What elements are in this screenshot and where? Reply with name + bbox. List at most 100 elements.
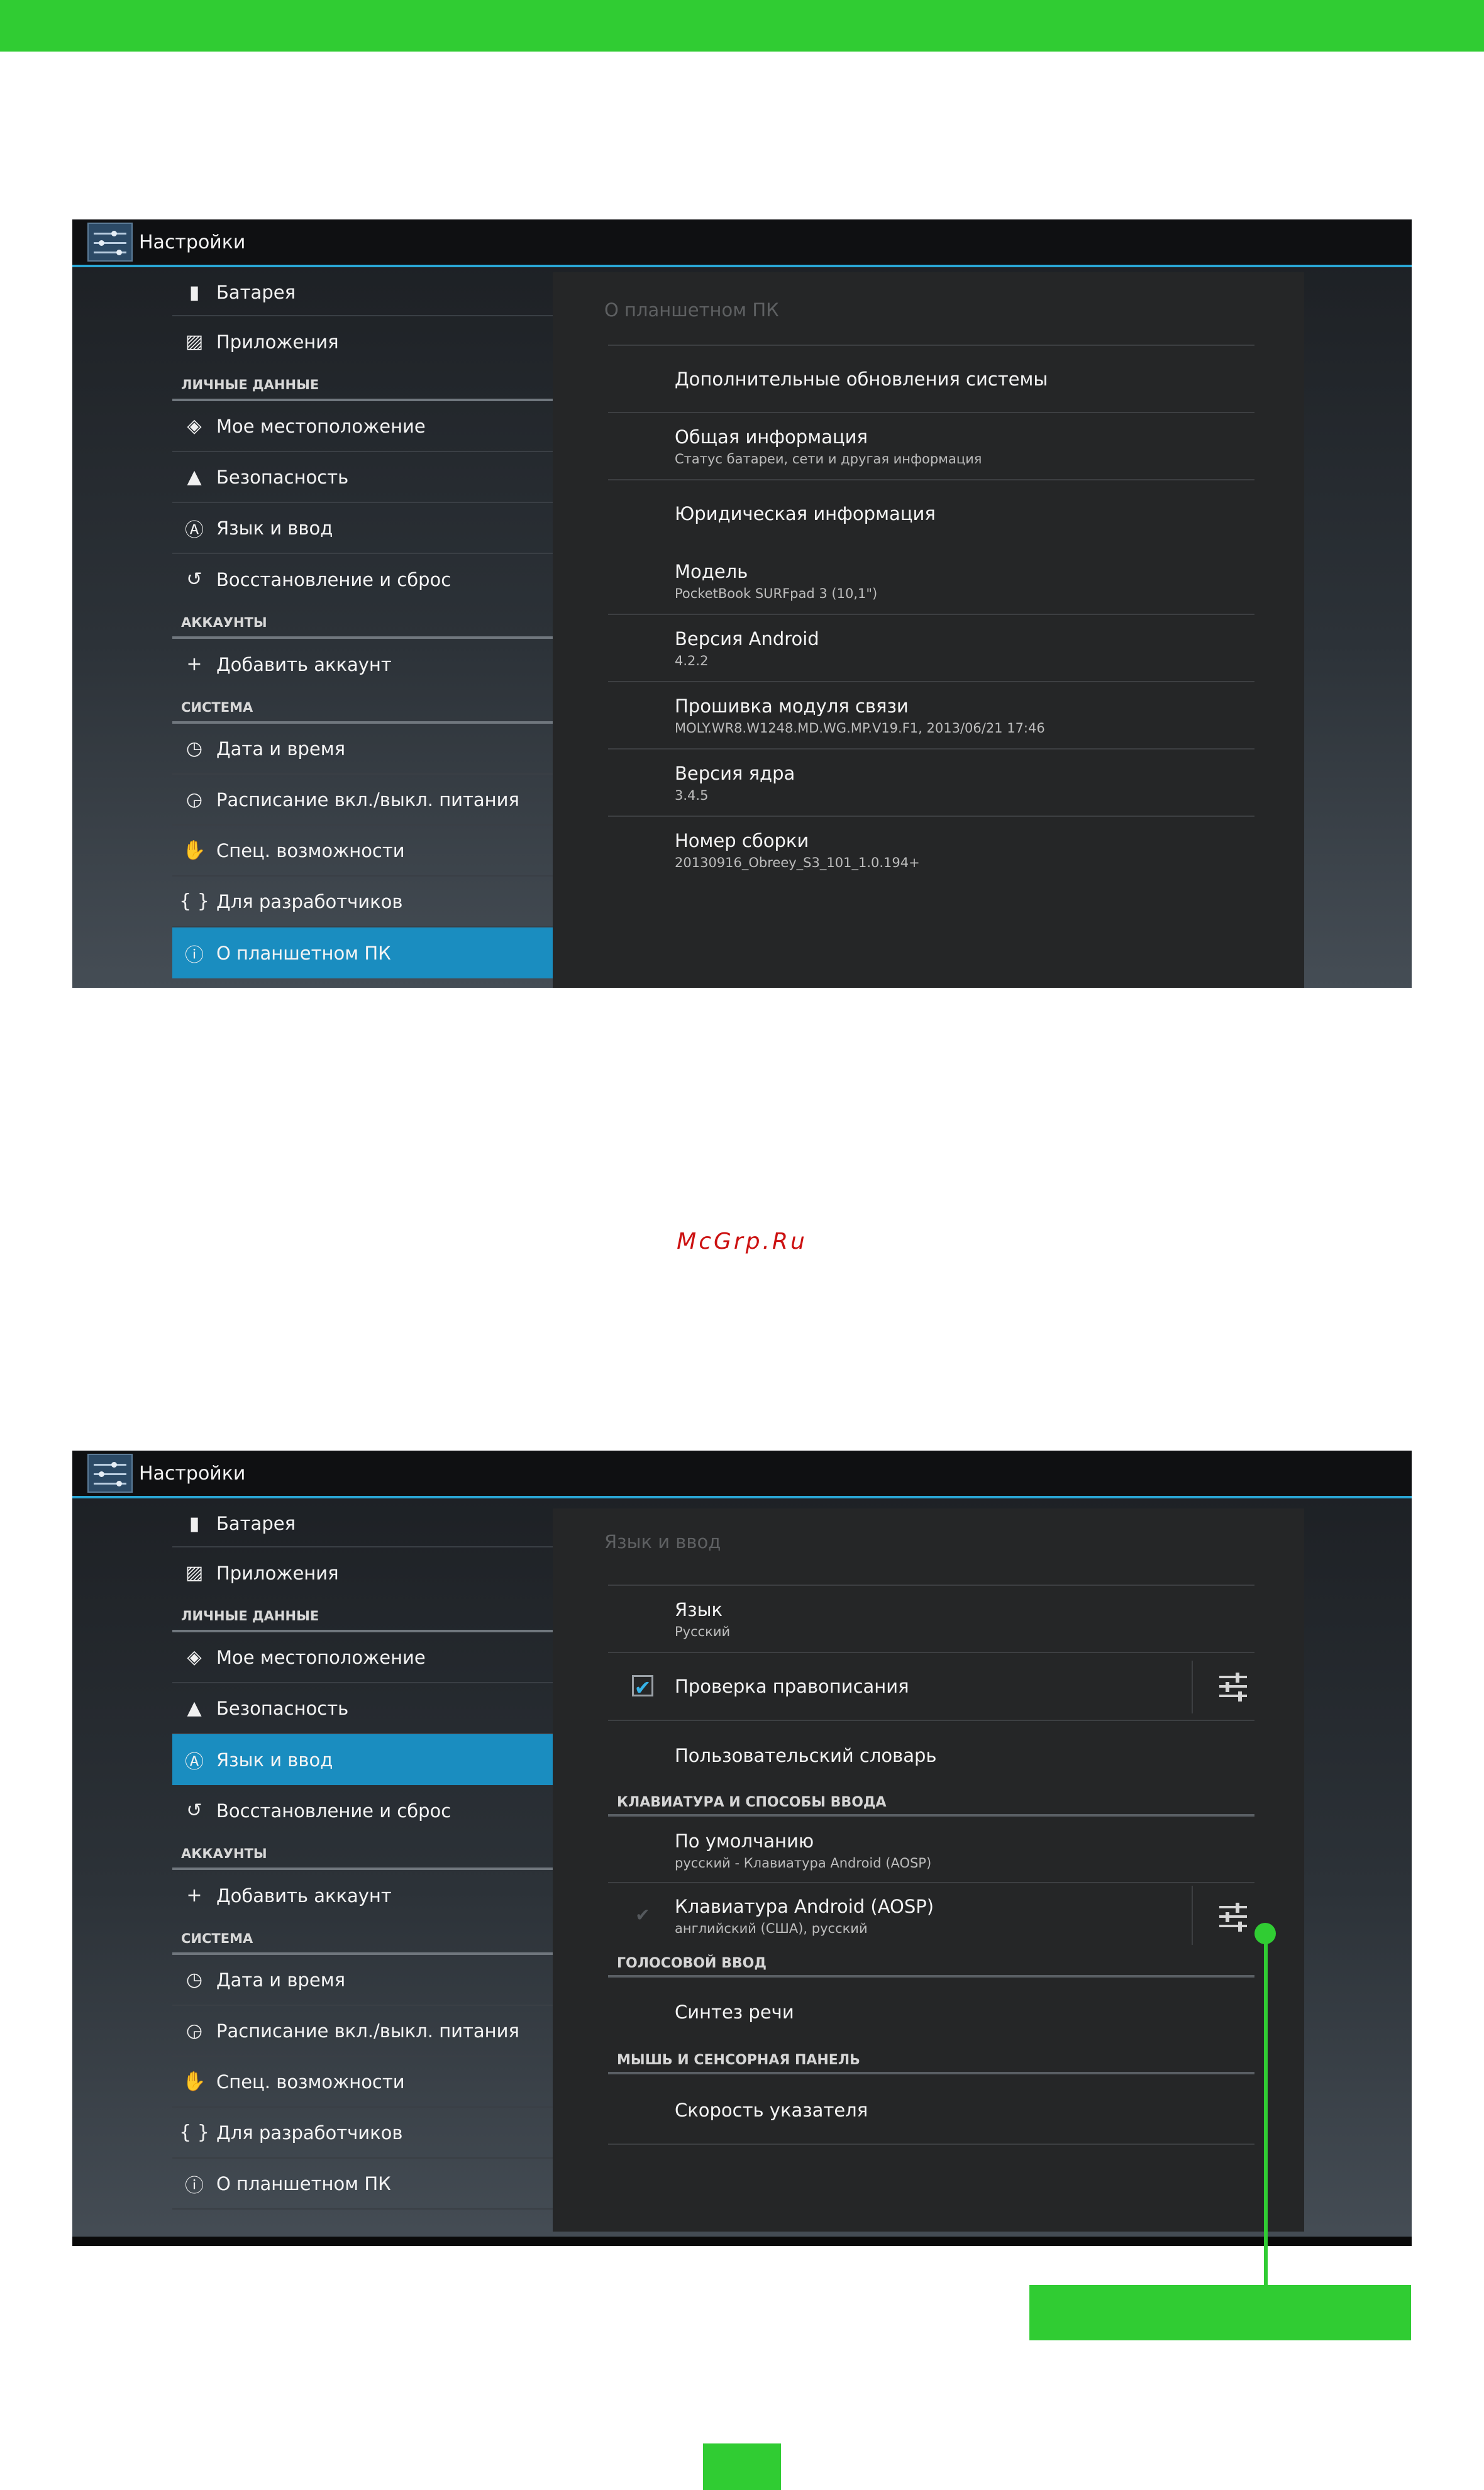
tts-row[interactable]: Синтез речи xyxy=(608,1978,1254,2047)
sidebar-section-system: СИСТЕМА xyxy=(172,1921,553,1955)
panel-title: Язык и ввод xyxy=(604,1531,721,1552)
sidebar-item-accessibility[interactable]: ✋ Спец. возможности xyxy=(172,2057,553,2108)
lock-icon: ▲ xyxy=(187,466,202,488)
power-clock-icon: ◶ xyxy=(186,788,203,811)
apps-icon: ▨ xyxy=(185,331,204,353)
battery-icon: ▮ xyxy=(189,281,200,304)
keyboard-a-icon: Ⓐ xyxy=(185,1751,204,1773)
language-row[interactable]: Язык Русский xyxy=(608,1586,1254,1653)
watermark-text: McGrp.Ru xyxy=(677,1229,807,1254)
sidebar-item-backup[interactable]: ↺ Восстановление и сброс xyxy=(172,554,553,605)
clock-icon: ◷ xyxy=(186,1969,203,1991)
spellcheck-row[interactable]: ✔ Проверка правописания xyxy=(608,1653,1254,1721)
list-item: Модель PocketBook SURFpad 3 (10,1") xyxy=(608,548,1254,615)
braces-icon: { } xyxy=(179,890,209,912)
sidebar-item-location[interactable]: ◈ Мое местоположение xyxy=(172,1632,553,1683)
settings-app-icon[interactable] xyxy=(87,223,133,262)
sidebar-item-battery[interactable]: ▮ Батарея xyxy=(172,270,553,316)
pointer-section-header: МЫШЬ И СЕНСОРНАЯ ПАНЕЛЬ xyxy=(608,2047,1254,2074)
spellcheck-settings-icon[interactable] xyxy=(1217,1672,1249,1702)
sidebar-item-datetime[interactable]: ◷ Дата и время xyxy=(172,724,553,775)
language-input-panel: Язык и ввод Язык Русский ✔ Проверка право… xyxy=(553,1508,1304,2232)
clock-icon: ◷ xyxy=(186,738,203,760)
braces-icon: { } xyxy=(179,2122,209,2144)
screenshot-about-tablet: Настройки ▮ Батарея ▨ Приложения ЛИЧНЫЕ … xyxy=(72,219,1412,988)
divider xyxy=(1192,1886,1193,1945)
keyboard-a-icon: Ⓐ xyxy=(185,519,204,541)
sidebar-item-backup[interactable]: ↺ Восстановление и сброс xyxy=(172,1785,553,1836)
settings-app-icon[interactable] xyxy=(87,1454,133,1493)
lock-icon: ▲ xyxy=(187,1697,202,1719)
hand-icon: ✋ xyxy=(182,2071,206,2093)
sidebar-item-power-schedule[interactable]: ◶ Расписание вкл./выкл. питания xyxy=(172,2006,553,2057)
language-input-list: Язык Русский ✔ Проверка правописания Поль… xyxy=(608,1585,1254,2145)
sidebar-section-personal: ЛИЧНЫЕ ДАННЫЕ xyxy=(172,1598,553,1632)
sidebar-item-about[interactable]: ⓘ О планшетном ПК xyxy=(172,927,553,978)
sidebar-item-developer[interactable]: { } Для разработчиков xyxy=(172,2108,553,2159)
sidebar-item-language[interactable]: Ⓐ Язык и ввод xyxy=(172,503,553,554)
list-item: Версия Android 4.2.2 xyxy=(608,615,1254,682)
pointer-speed-row[interactable]: Скорость указателя xyxy=(608,2074,1254,2145)
list-item: Номер сборки 20130916_Obreey_S3_101_1.0.1… xyxy=(675,830,920,870)
page-number-marker xyxy=(703,2443,781,2490)
user-dictionary-row[interactable]: Пользовательский словарь xyxy=(608,1721,1254,1789)
sidebar-section-accounts: АККАУНТЫ xyxy=(172,1836,553,1870)
sidebar-item-developer[interactable]: { } Для разработчиков xyxy=(172,877,553,927)
keyboard-settings-icon[interactable] xyxy=(1217,1902,1249,1932)
list-item[interactable]: Общая информация Статус батареи, сети и д… xyxy=(608,413,1254,480)
panel-title: О планшетном ПК xyxy=(604,299,779,321)
sidebar-item-power-schedule[interactable]: ◶ Расписание вкл./выкл. питания xyxy=(172,775,553,826)
about-tablet-panel: О планшетном ПК Дополнительные обновлени… xyxy=(553,272,1304,988)
spellcheck-checkbox[interactable]: ✔ xyxy=(632,1675,653,1698)
sidebar-item-security[interactable]: ▲ Безопасность xyxy=(172,452,553,503)
app-title: Настройки xyxy=(139,1462,246,1485)
hand-icon: ✋ xyxy=(182,839,206,861)
list-item[interactable]: Дополнительные обновления системы xyxy=(608,346,1254,413)
location-icon: ◈ xyxy=(187,415,202,437)
sidebar-item-add-account[interactable]: + Добавить аккаунт xyxy=(172,1870,553,1921)
about-list: Дополнительные обновления системы Общая … xyxy=(608,345,1254,884)
restore-icon: ↺ xyxy=(186,568,202,590)
app-title: Настройки xyxy=(139,231,246,253)
settings-sidebar: ▮ Батарея ▨ Приложения ЛИЧНЫЕ ДАННЫЕ ◈ М… xyxy=(172,1501,553,2210)
voice-section-header: ГОЛОСОВОЙ ВВОД xyxy=(608,1950,1254,1978)
aosp-keyboard-row[interactable]: ✔ Клавиатура Android (AOSP) английский (С… xyxy=(608,1883,1254,1950)
location-icon: ◈ xyxy=(187,1646,202,1668)
sidebar-item-about[interactable]: ⓘ О планшетном ПК xyxy=(172,2159,553,2210)
callout-line xyxy=(1264,1933,1268,2286)
sidebar-item-location[interactable]: ◈ Мое местоположение xyxy=(172,401,553,452)
list-item: Версия ядра 3.4.5 xyxy=(608,750,1254,817)
sidebar-section-accounts: АККАУНТЫ xyxy=(172,605,553,639)
power-clock-icon: ◶ xyxy=(186,2020,203,2042)
sidebar-item-datetime[interactable]: ◷ Дата и время xyxy=(172,1955,553,2006)
keyboard-section-header: КЛАВИАТУРА И СПОСОБЫ ВВОДА xyxy=(608,1789,1254,1817)
callout-dot xyxy=(1254,1923,1276,1944)
action-bar: Настройки xyxy=(72,219,1412,267)
plus-icon: + xyxy=(186,653,202,675)
divider xyxy=(1192,1661,1193,1713)
default-keyboard-row[interactable]: По умолчанию русский - Клавиатура Android… xyxy=(608,1817,1254,1883)
screenshot-language-input: Настройки ▮ Батарея ▨ Приложения ЛИЧНЫЕ … xyxy=(72,1451,1412,2246)
sidebar-item-battery[interactable]: ▮ Батарея xyxy=(172,1501,553,1547)
sidebar-item-apps[interactable]: ▨ Приложения xyxy=(172,316,553,367)
list-item[interactable]: Юридическая информация xyxy=(608,480,1254,548)
info-icon: ⓘ xyxy=(185,2174,204,2197)
sidebar-item-accessibility[interactable]: ✋ Спец. возможности xyxy=(172,826,553,877)
sidebar-item-add-account[interactable]: + Добавить аккаунт xyxy=(172,639,553,690)
sidebar-section-personal: ЛИЧНЫЕ ДАННЫЕ xyxy=(172,367,553,401)
action-bar: Настройки xyxy=(72,1451,1412,1498)
aosp-keyboard-checkbox[interactable]: ✔ xyxy=(632,1905,653,1926)
list-item: Прошивка модуля связи MOLY.WR8.W1248.MD.W… xyxy=(608,682,1254,750)
sidebar-item-language[interactable]: Ⓐ Язык и ввод xyxy=(172,1734,553,1785)
sidebar-section-system: СИСТЕМА xyxy=(172,690,553,724)
system-nav-bar xyxy=(72,2237,1412,2246)
sidebar-item-apps[interactable]: ▨ Приложения xyxy=(172,1547,553,1598)
restore-icon: ↺ xyxy=(186,1800,202,1822)
callout-label-box xyxy=(1029,2285,1411,2340)
battery-icon: ▮ xyxy=(189,1512,200,1535)
apps-icon: ▨ xyxy=(185,1562,204,1584)
top-green-bar xyxy=(0,0,1484,52)
plus-icon: + xyxy=(186,1884,202,1906)
sidebar-item-security[interactable]: ▲ Безопасность xyxy=(172,1683,553,1734)
settings-sidebar: ▮ Батарея ▨ Приложения ЛИЧНЫЕ ДАННЫЕ ◈ М… xyxy=(172,270,553,978)
